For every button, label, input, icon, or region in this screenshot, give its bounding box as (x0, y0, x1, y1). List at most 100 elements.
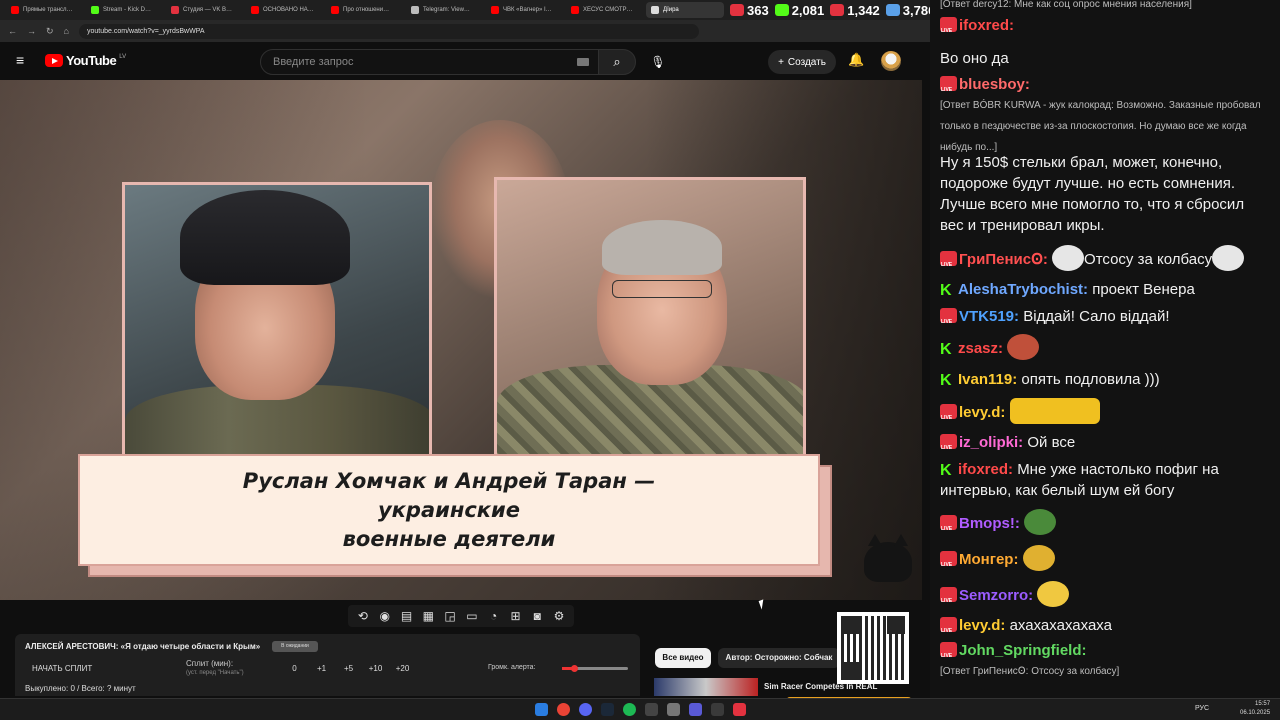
discord-icon[interactable] (579, 703, 592, 716)
kick-icon: K (940, 341, 952, 358)
screenshot-icon[interactable]: ◙ (528, 609, 546, 623)
chip-all-videos[interactable]: Все видео (655, 648, 711, 668)
resize-icon[interactable]: ◲ (441, 609, 459, 623)
chat-username[interactable]: ГриПенисꙨ: (959, 251, 1048, 268)
obs-icon[interactable] (645, 703, 658, 716)
qr-pattern (841, 616, 905, 680)
chat-username[interactable]: Ivan119: (958, 371, 1017, 388)
chat-username[interactable]: John_Springfield: (959, 642, 1087, 659)
chat-emote-icon (1037, 581, 1070, 607)
forward-icon[interactable]: → (27, 26, 36, 36)
browser-tab[interactable]: Telegram: View… (406, 2, 484, 18)
tab-favicon-icon (571, 6, 579, 14)
spotify-icon[interactable] (623, 703, 636, 716)
volume-knob[interactable] (570, 665, 578, 672)
chat-emote-icon (1022, 545, 1055, 571)
chat-username[interactable]: levy.d: (959, 617, 1005, 634)
chat-emote-icon (1007, 334, 1040, 360)
avatar[interactable] (881, 51, 901, 71)
vk-icon[interactable] (733, 703, 746, 716)
tab-favicon-icon (171, 6, 179, 14)
browser-tab[interactable]: Прямые трансл… (6, 2, 84, 18)
app-icon[interactable] (667, 703, 680, 716)
taskbar: РУС 15:57 06.10.2025 (0, 698, 1280, 720)
back-icon[interactable]: ← (8, 26, 17, 36)
chat-reply-quote: [Ответ BÓBR KURWA - жук калокрад: Возмож… (940, 100, 1261, 153)
browser-tab[interactable]: Дїира (646, 2, 724, 18)
start-icon[interactable] (535, 703, 548, 716)
create-label: Создать (787, 56, 826, 68)
stream-stat-value: 1,342 (847, 2, 880, 18)
chat-username[interactable]: ifoxred: (958, 461, 1013, 478)
browser-tab[interactable]: Студия — VK В… (166, 2, 244, 18)
plus-icon: + (778, 56, 784, 68)
microphone-icon[interactable]: 🎙 (647, 51, 669, 73)
browser-tab[interactable]: ХЕСУС СМОТР… (566, 2, 644, 18)
chat-reply-quote: [Ответ ГриПенисꙨ: Отсосу за колбасу] (940, 666, 1120, 677)
kick-icon: K (940, 282, 952, 299)
home-icon[interactable]: ⌂ (64, 26, 69, 36)
chat-username[interactable]: Вmops!: (959, 515, 1020, 532)
media-icon[interactable] (689, 703, 702, 716)
steam-icon[interactable] (601, 703, 614, 716)
chat-username[interactable]: zsasz: (958, 340, 1003, 357)
chrome-icon[interactable] (557, 703, 570, 716)
audio-icon[interactable]: ◉ (376, 609, 394, 623)
split-add-button[interactable]: +20 (389, 664, 416, 673)
start-split-button[interactable]: НАЧАТЬ СПЛИТ (32, 664, 92, 673)
chat-emote-icon (1024, 509, 1056, 535)
recommended-thumbnail[interactable] (654, 678, 758, 696)
language-indicator[interactable]: РУС (1195, 705, 1209, 712)
stream-stat: 1,342 (830, 3, 880, 18)
chip-author[interactable]: Автор: Осторожно: Собчак (718, 648, 840, 668)
create-button[interactable]: + Создать (768, 50, 836, 74)
chat-username[interactable]: ifoxred: (959, 17, 1014, 34)
video-player[interactable]: Руслан Хомчак и Андрей Таран — украински… (0, 80, 922, 600)
chat-username[interactable]: AleshaTrybochist: (958, 281, 1088, 298)
vk-live-icon (940, 76, 957, 101)
youtube-logo[interactable]: YouTube LV (45, 53, 126, 68)
tab-label: Прямые трансл… (23, 7, 73, 13)
chat-message: Kifoxred: Мне уже настолько пофиг на инт… (940, 459, 1270, 501)
split-add-button[interactable]: +5 (335, 664, 362, 673)
cinema-icon[interactable]: ▭ (463, 609, 481, 623)
chat-username[interactable]: bluesboy: (959, 76, 1030, 93)
chat-username[interactable]: Монгер: (959, 551, 1018, 568)
gear-icon[interactable]: ⚙ (550, 609, 568, 623)
chat-username[interactable]: VTK519: (959, 308, 1019, 325)
filter-icon[interactable]: ▤ (397, 609, 415, 623)
reload-icon[interactable]: ↻ (46, 26, 54, 37)
notifications-bell-icon[interactable]: 🔔 (848, 52, 864, 68)
browser-tab[interactable]: Stream - Kick D… (86, 2, 164, 18)
clock[interactable]: 15:57 06.10.2025 (1240, 700, 1270, 718)
clip-icon[interactable]: ▦ (419, 609, 437, 623)
search-button[interactable]: ⌕ (598, 49, 636, 75)
menu-icon[interactable]: ≡ (16, 53, 30, 67)
alert-volume-slider[interactable] (562, 665, 628, 672)
files-icon[interactable] (711, 703, 724, 716)
video-tools-bar: ⟲ ◉ ▤ ▦ ◲ ▭ ◔ ⊞ ◙ ⚙ (348, 605, 574, 627)
kick-icon: K (940, 462, 952, 479)
browser-tab[interactable]: Про отношени… (326, 2, 404, 18)
keyboard-icon[interactable] (577, 58, 589, 66)
chat-username[interactable]: levy.d: (959, 404, 1005, 421)
search-input[interactable]: Введите запрос (260, 49, 600, 75)
chat-text: Ну я 150$ стельки брал, может, конечно, … (940, 154, 1245, 234)
split-add-button[interactable]: +10 (362, 664, 389, 673)
browser-tab[interactable]: ОСНОВАНО НА… (246, 2, 324, 18)
search-placeholder: Введите запрос (273, 56, 354, 68)
split-add-button[interactable]: +1 (308, 664, 335, 673)
split-add-button[interactable]: 0 (281, 664, 308, 673)
tab-favicon-icon (331, 6, 339, 14)
loop-icon[interactable]: ⟲ (354, 609, 372, 623)
browser-tab[interactable]: ЧВК «Вагнер» I… (486, 2, 564, 18)
chat-username[interactable]: Semzorro: (959, 587, 1033, 604)
speed-icon[interactable]: ◔ (485, 609, 503, 623)
clock-date: 06.10.2025 (1240, 710, 1271, 716)
add-icon[interactable]: ⊞ (506, 609, 524, 623)
chat-message: Kzsasz: (940, 334, 1270, 360)
chat-username[interactable]: iz_olipki: (959, 434, 1023, 451)
vk-live-icon (940, 551, 957, 576)
chat-message: John_Springfield: [Ответ ГриПенисꙨ: Отсо… (940, 640, 1270, 682)
url-field[interactable]: youtube.com/watch?v=_yyrdsBwWPA (78, 23, 699, 39)
